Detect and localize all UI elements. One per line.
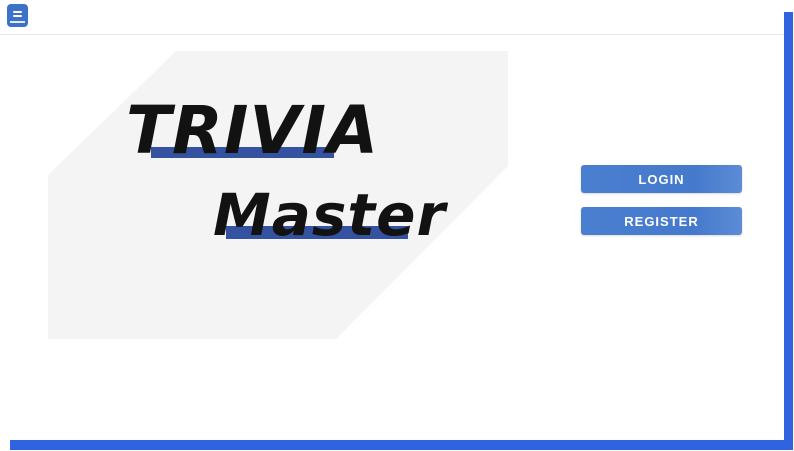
title-trivia: TRIVIA — [126, 92, 380, 169]
login-button[interactable]: LOGIN — [581, 165, 742, 193]
register-button[interactable]: REGISTER — [581, 207, 742, 235]
title-master: Master — [213, 181, 447, 249]
